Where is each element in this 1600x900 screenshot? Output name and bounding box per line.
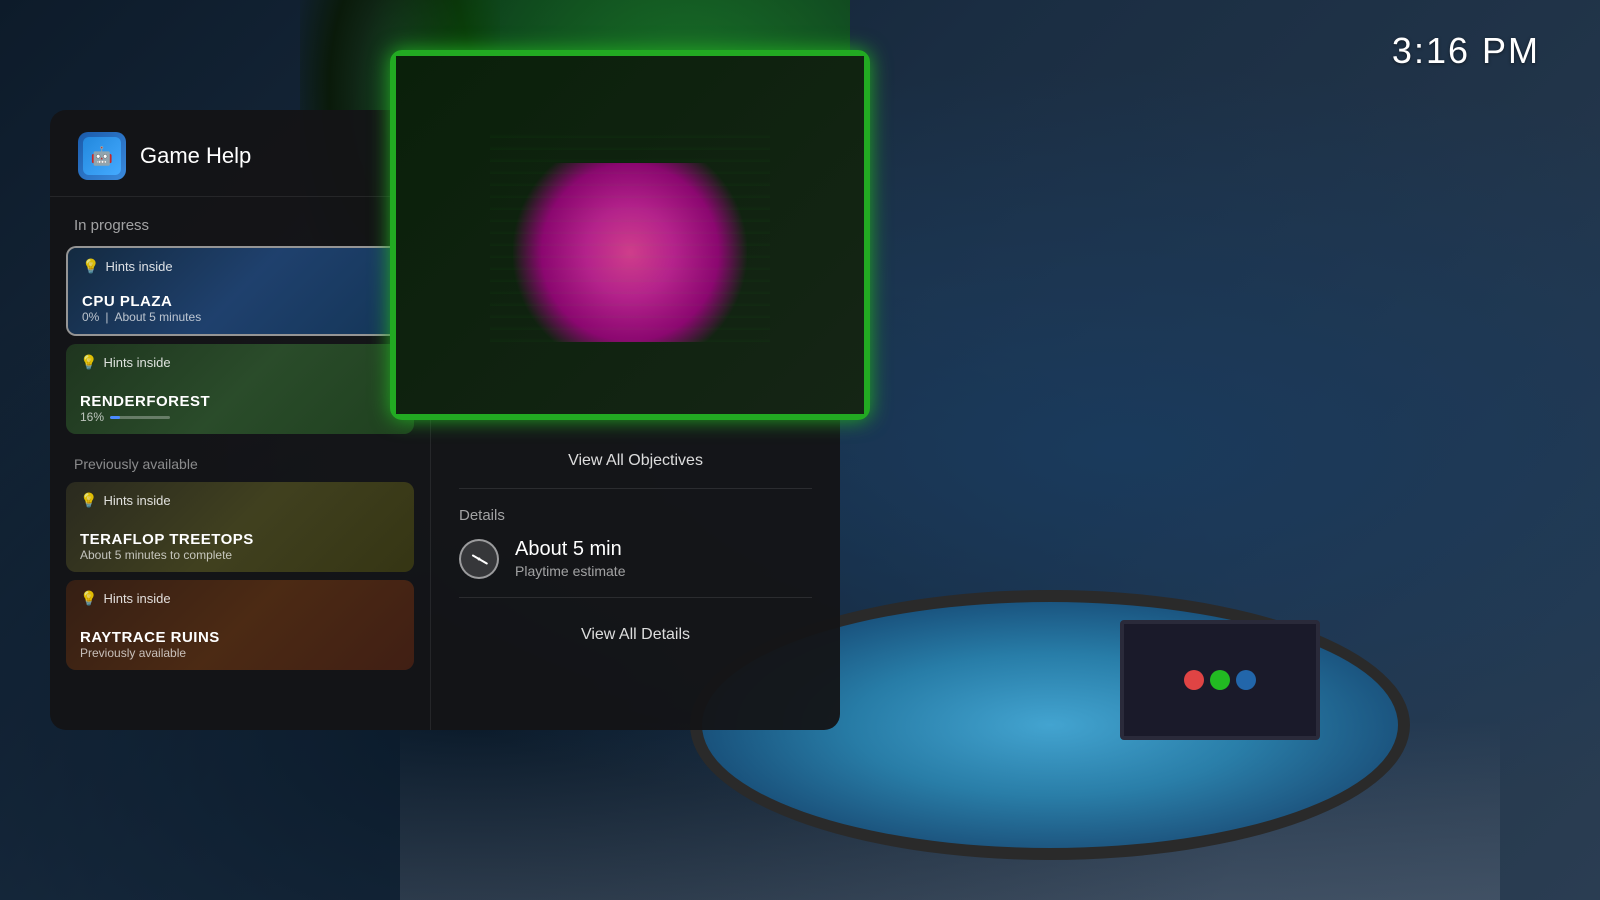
neon-screen <box>390 50 870 420</box>
render-progress-bar <box>110 416 170 419</box>
render-progress-text: 16% <box>80 410 104 424</box>
ray-card-subtitle: Previously available <box>80 646 400 660</box>
tera-card-bottom: TERAFLOP TREETOPS About 5 minutes to com… <box>80 531 400 562</box>
tera-card-title: TERAFLOP TREETOPS <box>80 531 400 548</box>
details-section: Details About 5 min Playtime estimate <box>459 507 812 710</box>
details-section-title: Details <box>459 507 812 524</box>
hint-icon-cpu: 💡 <box>82 258 99 275</box>
game-icon: 🤖 <box>78 132 126 180</box>
section-divider <box>459 488 812 489</box>
card-content-cpu: 💡 Hints inside CPU PLAZA 0% | About 5 mi… <box>68 248 412 334</box>
hints-text-cpu: Hints inside <box>105 259 172 274</box>
left-column: In progress 💡 Hints inside CPU PLAZA 0% … <box>50 197 430 730</box>
clock-icon <box>459 539 499 579</box>
hints-text-tera: Hints inside <box>103 493 170 508</box>
activity-card-cpu-plaza[interactable]: 💡 Hints inside CPU PLAZA 0% | About 5 mi… <box>66 246 414 336</box>
clock-center-dot <box>478 557 481 560</box>
monitor-dot-green <box>1210 670 1230 690</box>
render-card-title: RENDERFOREST <box>80 393 400 410</box>
hint-icon-ray: 💡 <box>80 590 97 607</box>
hint-icon-render: 💡 <box>80 354 97 371</box>
activity-card-teraflop[interactable]: 💡 Hints inside TERAFLOP TREETOPS About 5… <box>66 482 414 572</box>
previously-available-label: Previously available <box>50 442 430 482</box>
activity-card-renderforest[interactable]: 💡 Hints inside RENDERFOREST 16% <box>66 344 414 434</box>
clock-face <box>467 547 491 571</box>
hint-icon-tera: 💡 <box>80 492 97 509</box>
render-card-bottom: RENDERFOREST 16% <box>80 393 400 424</box>
playtime-sub: Playtime estimate <box>515 563 625 579</box>
hints-text-ray: Hints inside <box>103 591 170 606</box>
render-progress-fill <box>110 416 120 419</box>
cpu-card-subtitle: 0% | About 5 minutes <box>82 310 398 324</box>
hints-text-render: Hints inside <box>103 355 170 370</box>
hints-badge-render: 💡 Hints inside <box>80 354 400 371</box>
activity-card-raytrace[interactable]: 💡 Hints inside RAYTRACE RUINS Previously… <box>66 580 414 670</box>
panel-title: Game Help <box>140 143 251 169</box>
ray-card-bottom: RAYTRACE RUINS Previously available <box>80 629 400 660</box>
monitor-dot-blue <box>1236 670 1256 690</box>
card-content-render: 💡 Hints inside RENDERFOREST 16% <box>66 344 414 434</box>
detail-row-playtime: About 5 min Playtime estimate <box>459 538 812 598</box>
ray-card-title: RAYTRACE RUINS <box>80 629 400 646</box>
view-all-objectives-button[interactable]: View All Objectives <box>459 442 812 488</box>
monitor-decoration <box>1120 620 1320 740</box>
hints-badge-tera: 💡 Hints inside <box>80 492 400 509</box>
view-all-details-button[interactable]: View All Details <box>459 618 812 652</box>
in-progress-label: In progress <box>50 217 430 246</box>
playtime-main: About 5 min <box>515 538 625 561</box>
ray-subtitle-text: Previously available <box>80 646 186 660</box>
cpu-time-text: About 5 minutes <box>114 310 201 324</box>
render-card-subtitle: 16% <box>80 410 400 424</box>
cpu-card-bottom: CPU PLAZA 0% | About 5 minutes <box>82 293 398 324</box>
cpu-card-title: CPU PLAZA <box>82 293 398 310</box>
hints-badge-ray: 💡 Hints inside <box>80 590 400 607</box>
tera-subtitle-text: About 5 minutes to complete <box>80 548 232 562</box>
game-icon-inner: 🤖 <box>83 137 121 175</box>
monitor-dot-red <box>1184 670 1204 690</box>
cpu-separator: | <box>105 310 108 324</box>
hints-badge-cpu: 💡 Hints inside <box>82 258 398 275</box>
tera-card-subtitle: About 5 minutes to complete <box>80 548 400 562</box>
card-content-ray: 💡 Hints inside RAYTRACE RUINS Previously… <box>66 580 414 670</box>
card-content-tera: 💡 Hints inside TERAFLOP TREETOPS About 5… <box>66 482 414 572</box>
playtime-info: About 5 min Playtime estimate <box>515 538 625 579</box>
cpu-progress-text: 0% <box>82 310 99 324</box>
clock-display: 3:16 PM <box>1392 30 1540 72</box>
